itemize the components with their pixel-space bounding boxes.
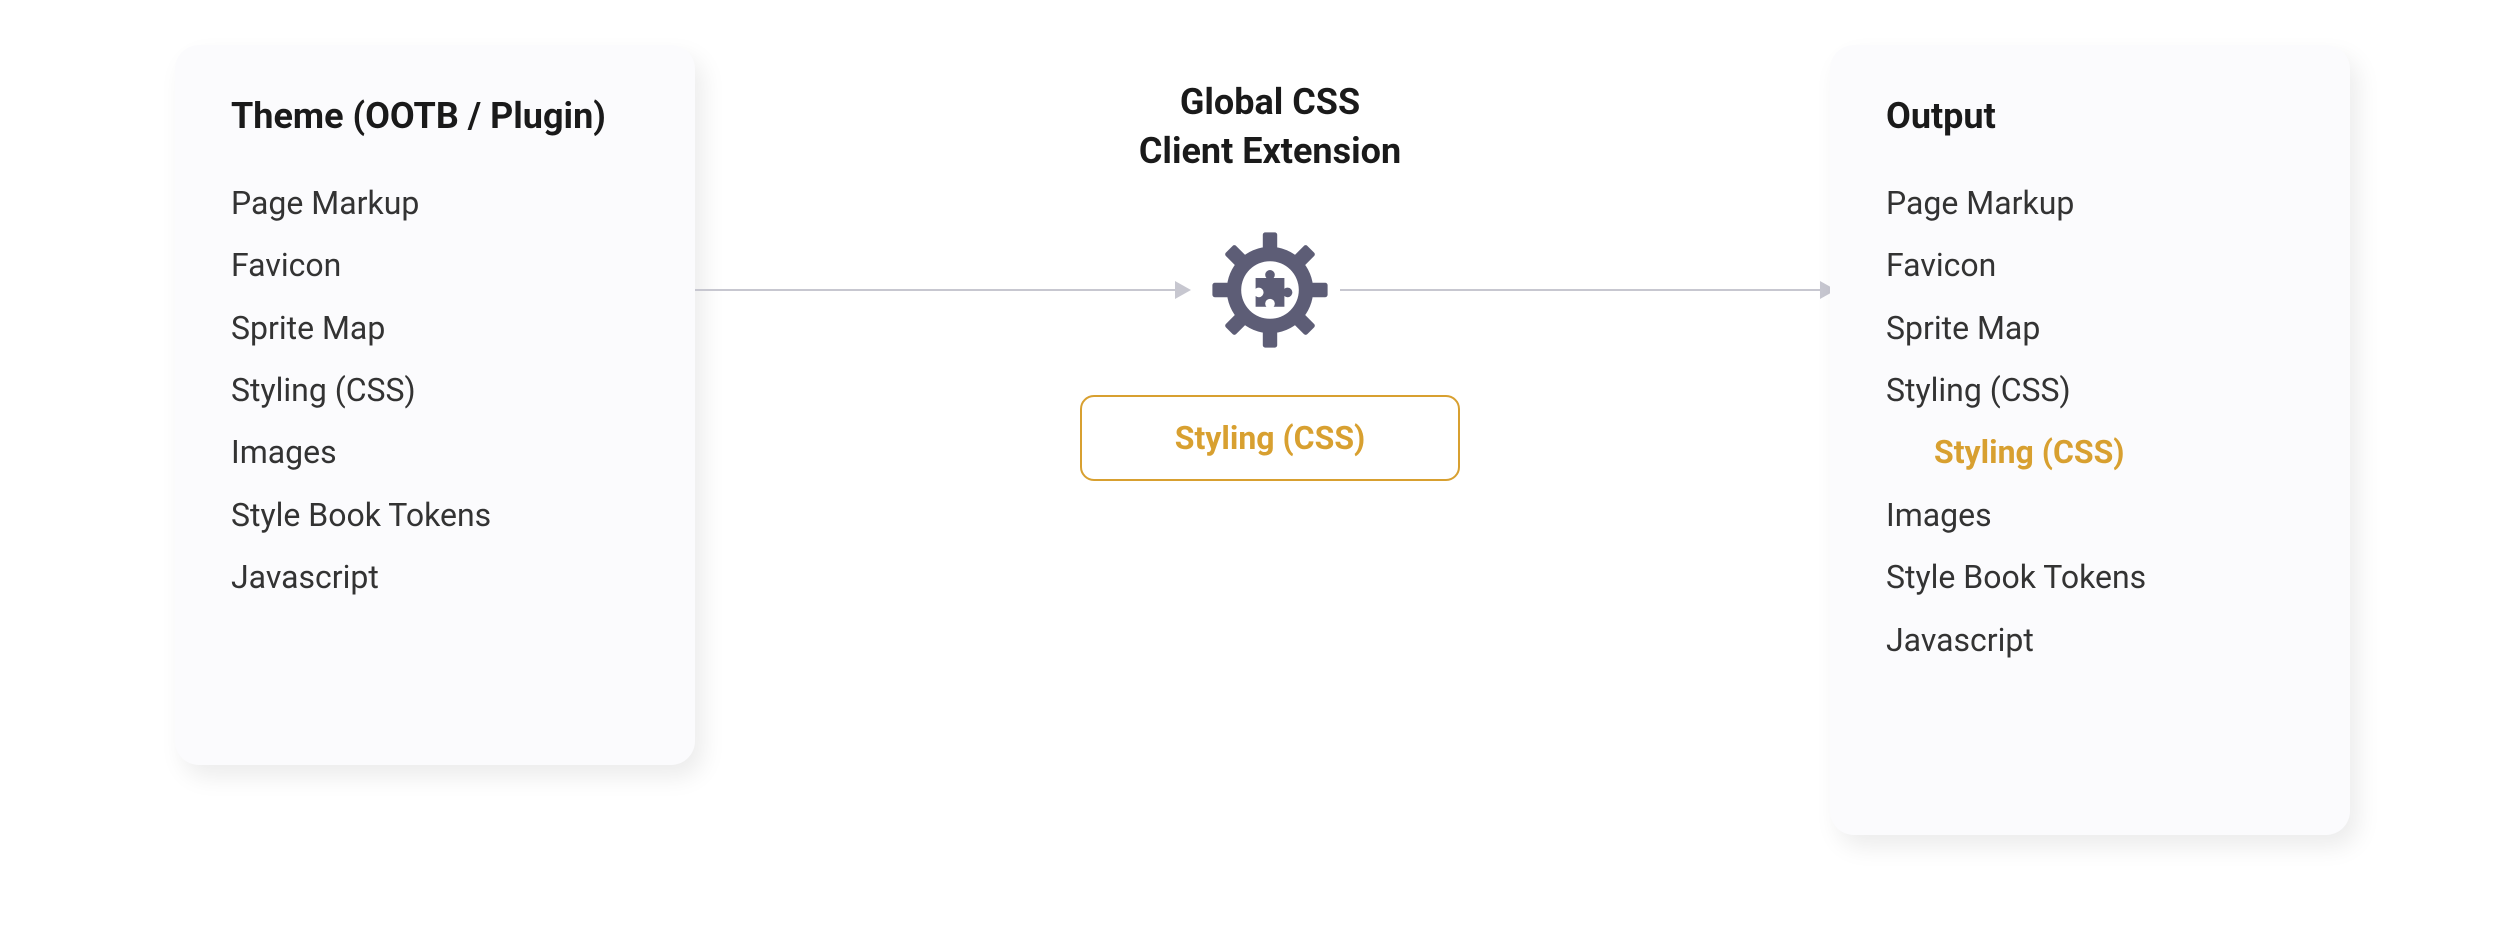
- arrow-center-to-right: [1340, 289, 1820, 291]
- list-item: Images: [1886, 484, 2294, 546]
- list-item: Page Markup: [231, 172, 639, 234]
- list-item: Favicon: [1886, 234, 2294, 296]
- list-item: Javascript: [231, 546, 639, 608]
- arrow-head-icon: [1175, 281, 1191, 299]
- list-item-highlighted: Styling (CSS): [1886, 421, 2294, 483]
- list-item: Sprite Map: [231, 297, 639, 359]
- styling-css-badge: Styling (CSS): [1080, 395, 1460, 481]
- arrow-left-to-center: [695, 289, 1175, 291]
- list-item: Images: [231, 421, 639, 483]
- list-item: Favicon: [231, 234, 639, 296]
- center-title-line1: Global CSS: [960, 78, 1580, 127]
- gear-puzzle-icon: [1210, 230, 1330, 350]
- list-item: Styling (CSS): [1886, 359, 2294, 421]
- theme-card-list: Page Markup Favicon Sprite Map Styling (…: [231, 172, 639, 609]
- output-card: Output Page Markup Favicon Sprite Map St…: [1830, 45, 2350, 835]
- theme-card: Theme (OOTB / Plugin) Page Markup Favico…: [175, 45, 695, 765]
- center-title-block: Global CSS Client Extension: [960, 78, 1580, 175]
- client-extension-diagram: Theme (OOTB / Plugin) Page Markup Favico…: [0, 0, 2500, 935]
- center-title-line2: Client Extension: [960, 127, 1580, 176]
- list-item: Style Book Tokens: [231, 484, 639, 546]
- output-card-title: Output: [1886, 93, 2294, 140]
- list-item: Sprite Map: [1886, 297, 2294, 359]
- list-item: Styling (CSS): [231, 359, 639, 421]
- list-item: Javascript: [1886, 609, 2294, 671]
- theme-card-title: Theme (OOTB / Plugin): [231, 93, 639, 140]
- output-card-list: Page Markup Favicon Sprite Map Styling (…: [1886, 172, 2294, 671]
- styling-css-badge-label: Styling (CSS): [1175, 419, 1366, 457]
- list-item: Style Book Tokens: [1886, 546, 2294, 608]
- list-item: Page Markup: [1886, 172, 2294, 234]
